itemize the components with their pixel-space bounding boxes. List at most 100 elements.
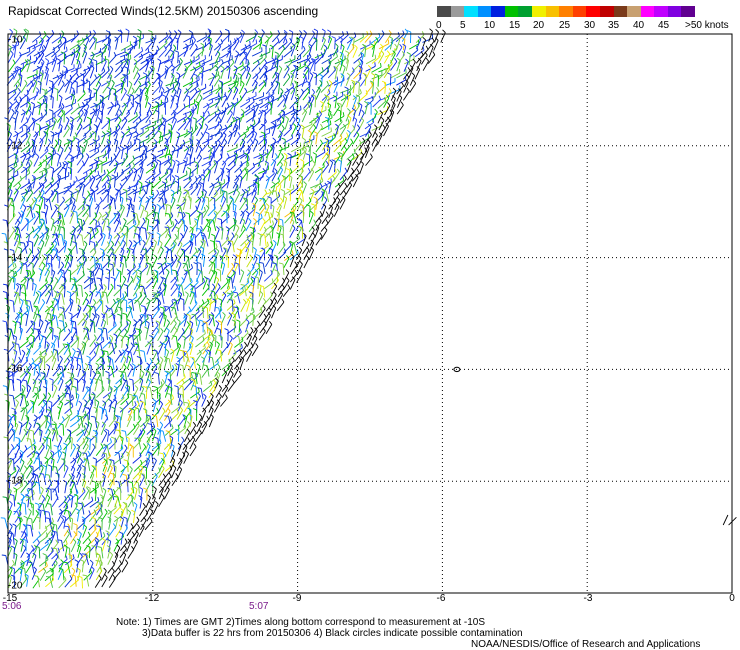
wind-barb-tick	[59, 307, 64, 309]
wind-barb-tick	[41, 211, 46, 214]
wind-barb-tick	[342, 31, 345, 36]
wind-barb-tick	[54, 240, 58, 244]
wind-barb-tick	[51, 249, 57, 251]
wind-barb-tick	[171, 269, 176, 272]
wind-barb	[314, 186, 323, 196]
wind-barb-tick	[183, 103, 186, 108]
wind-barb-tick	[224, 328, 229, 331]
wind-barb-tick	[335, 43, 339, 47]
wind-barb-tick	[327, 180, 332, 184]
wind-barb	[282, 234, 285, 246]
wind-barb-tick	[278, 65, 283, 69]
wind-barb-tick	[108, 263, 114, 266]
wind-barb-tick	[254, 29, 258, 33]
wind-barb	[289, 155, 292, 167]
wind-barb	[157, 60, 162, 72]
wind-barb-tick	[63, 65, 67, 69]
wind-barb-tick	[117, 240, 121, 245]
wind-barb-tick	[166, 262, 171, 265]
wind-barb-tick	[65, 116, 70, 121]
wind-barb-tick	[144, 254, 149, 258]
wind-barb	[184, 358, 189, 369]
wind-barb-tick	[208, 146, 212, 150]
wind-barb-tick	[3, 248, 8, 251]
wind-barb-tick	[164, 246, 169, 250]
wind-barb-tick	[128, 80, 133, 85]
wind-barb-tick	[234, 285, 237, 290]
wind-barb	[26, 43, 38, 50]
wind-barb-tick	[231, 58, 235, 63]
wind-barb	[146, 219, 150, 231]
wind-barb-tick	[141, 227, 146, 229]
wind-barb	[290, 238, 300, 246]
wind-barb-tick	[77, 218, 82, 221]
wind-barb-tick	[294, 96, 298, 101]
wind-barb-tick	[178, 59, 181, 64]
wind-barb-tick	[388, 30, 392, 34]
wind-barb-tick	[273, 254, 278, 258]
wind-barb-tick	[298, 225, 303, 229]
wind-barb-tick	[12, 59, 16, 64]
wind-barb	[177, 52, 179, 64]
wind-barb-tick	[167, 123, 172, 127]
wind-barb-tick	[28, 169, 31, 174]
wind-barb-tick	[19, 298, 24, 302]
wind-barb-tick	[35, 87, 40, 91]
wind-barb-tick	[297, 234, 301, 239]
wind-barb-tick	[12, 320, 17, 324]
wind-barb-tick	[93, 342, 97, 347]
wind-barb-tick	[195, 205, 198, 210]
wind-barb-tick	[92, 312, 96, 317]
wind-barb	[270, 195, 280, 204]
wind-barb	[208, 45, 213, 57]
wind-barb	[358, 82, 360, 94]
wind-barb	[19, 198, 26, 210]
wind-barb	[265, 257, 272, 268]
wind-barb	[56, 89, 59, 101]
wind-barb-tick	[270, 291, 273, 296]
wind-barb	[168, 306, 172, 318]
wind-barb-tick	[272, 262, 277, 265]
wind-barb-tick	[253, 130, 257, 134]
wind-barb-tick	[373, 124, 378, 128]
wind-barb	[138, 277, 141, 289]
wind-barb-tick	[257, 35, 262, 39]
wind-barb-tick	[172, 83, 175, 88]
wind-barb-tick	[300, 159, 305, 162]
wind-barb-tick	[114, 36, 119, 40]
wind-barb-tick	[299, 30, 303, 34]
wind-barb-tick	[299, 36, 304, 39]
wind-barb	[233, 135, 241, 146]
wind-barb-tick	[216, 294, 219, 299]
wind-barb-tick	[11, 226, 16, 231]
wind-barb-tick	[166, 203, 171, 207]
wind-barb-tick	[56, 326, 61, 330]
wind-barb-tick	[386, 50, 391, 55]
wind-barb-tick	[174, 175, 179, 178]
wind-barb-tick	[152, 349, 158, 352]
wind-barb	[38, 99, 47, 109]
wind-barb-tick	[49, 166, 54, 169]
wind-barb	[111, 343, 116, 355]
wind-barb-tick	[139, 328, 142, 333]
wind-barb-tick	[138, 181, 143, 184]
wind-barb-tick	[240, 284, 245, 286]
wind-barb-tick	[106, 140, 110, 145]
wind-barb-tick	[310, 203, 315, 206]
wind-barb-tick	[243, 349, 247, 354]
wind-barb	[26, 278, 29, 290]
wind-barb-tick	[259, 261, 264, 264]
wind-barb-tick	[392, 87, 397, 92]
wind-barb-tick	[199, 319, 204, 322]
wind-barb	[18, 344, 22, 356]
wind-barb-tick	[376, 87, 380, 91]
wind-barb-tick	[142, 217, 146, 222]
wind-barb-tick	[266, 149, 269, 154]
wind-barb-tick	[142, 248, 147, 251]
wind-barb-tick	[310, 156, 313, 161]
wind-barb-tick	[217, 320, 222, 323]
wind-barb	[146, 344, 152, 355]
wind-barb	[202, 207, 210, 218]
wind-barb-tick	[311, 88, 315, 93]
wind-barb	[133, 120, 142, 130]
